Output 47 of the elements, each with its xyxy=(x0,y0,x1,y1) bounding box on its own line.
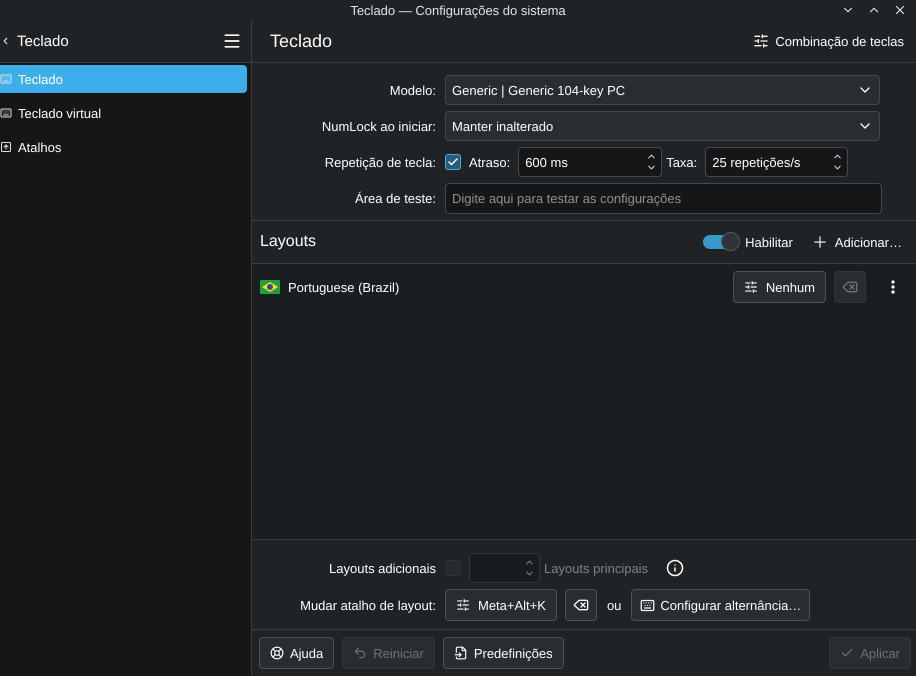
layout-name: Portuguese (Brazil) xyxy=(288,280,400,294)
numlock-dropdown[interactable]: Manter inalterado xyxy=(445,111,880,141)
field-label: Mudar atalho de layout: xyxy=(299,598,436,612)
undo-icon xyxy=(353,646,368,660)
shortcut-button[interactable]: Meta+Alt+K xyxy=(445,589,557,621)
key-icon xyxy=(0,139,12,155)
close-icon xyxy=(893,3,907,17)
add-button[interactable]: Adicionar… xyxy=(806,231,906,253)
field-label: Repetição de tecla: xyxy=(324,154,436,170)
document-icon xyxy=(454,646,468,660)
field-label: Modelo: xyxy=(388,82,436,98)
or-label: ou xyxy=(606,598,622,612)
sidebar-item[interactable]: Atalhos xyxy=(0,133,247,161)
shortcut-button[interactable]: Nenhum xyxy=(732,271,826,303)
configure-button[interactable]: Configurar alternância… xyxy=(631,589,810,621)
info-icon[interactable] xyxy=(666,559,684,577)
check-icon xyxy=(447,156,459,168)
section-title: Layouts xyxy=(260,233,318,251)
sliders-icon xyxy=(744,280,758,294)
clear-button[interactable] xyxy=(564,589,597,621)
backspace-icon xyxy=(572,597,589,613)
repeat-checkbox[interactable] xyxy=(445,154,461,170)
delay-label: Atraso: xyxy=(469,154,510,170)
defaults-button[interactable]: Predefinições xyxy=(442,637,564,669)
backspace-icon xyxy=(842,279,858,295)
main-layouts-label: Layouts principais xyxy=(544,560,648,576)
shortcuts-button[interactable]: Combinação de teclas xyxy=(749,31,908,51)
page-title: Teclado xyxy=(270,30,334,52)
lifebuoy-icon xyxy=(270,646,284,660)
sidebar-title: Teclado xyxy=(17,32,70,50)
field-label: Layouts adicionais xyxy=(328,560,436,576)
keyboard-icon xyxy=(640,598,656,612)
model-dropdown[interactable]: Generic | Generic 104-key PC xyxy=(445,75,880,105)
window-title: Teclado — Configurações do sistema xyxy=(350,2,566,18)
flag-icon xyxy=(260,280,280,294)
kebab-icon xyxy=(891,280,895,294)
field-label: Área de teste: xyxy=(354,191,436,206)
rate-label: Taxa: xyxy=(666,154,698,170)
test-field[interactable]: Digite aqui para testar as configurações xyxy=(445,183,882,214)
help-button[interactable]: Ajuda xyxy=(259,637,334,669)
rate-spinbox[interactable]: 25 repetições/s xyxy=(705,147,848,177)
sidebar-item[interactable]: Teclado virtual xyxy=(0,99,247,127)
enable-switch[interactable]: Habilitar xyxy=(703,234,793,250)
delay-spinbox[interactable]: 600 ms xyxy=(518,147,662,177)
sliders-icon xyxy=(456,598,470,612)
sliders-icon xyxy=(753,33,770,49)
field-label: NumLock ao iniciar: xyxy=(320,118,436,134)
